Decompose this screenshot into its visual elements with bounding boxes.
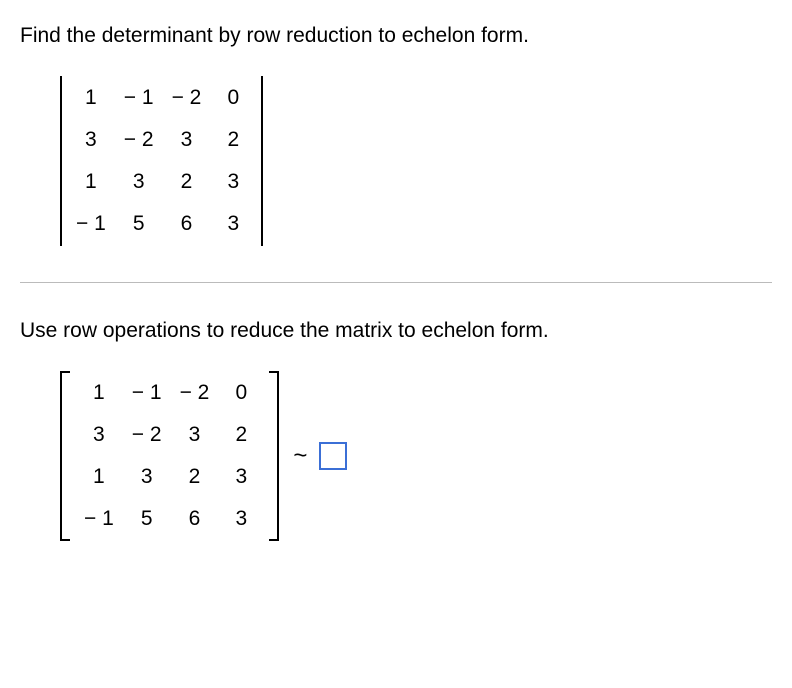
- m1-cell: − 1: [76, 212, 106, 236]
- m1-cell: 3: [124, 170, 154, 194]
- instruction-text: Use row operations to reduce the matrix …: [20, 319, 772, 343]
- m2-cell: 3: [84, 423, 114, 447]
- m1-cell: 3: [172, 128, 202, 152]
- m1-cell: 3: [76, 128, 106, 152]
- m1-cell: − 2: [124, 128, 154, 152]
- m1-cell: 0: [219, 86, 247, 110]
- tilde-symbol: ~: [293, 442, 307, 470]
- m2-cell: − 2: [180, 381, 210, 405]
- m1-cell: 1: [76, 86, 106, 110]
- m1-cell: 3: [219, 170, 247, 194]
- m2-cell: 0: [227, 381, 255, 405]
- m2-cell: − 1: [132, 381, 162, 405]
- m2-cell: 6: [180, 507, 210, 531]
- m1-cell: 2: [219, 128, 247, 152]
- m1-cell: 1: [76, 170, 106, 194]
- bracket-matrix: 1 − 1 − 2 0 3 − 2 3 2 1 3 2 3 − 1 5 6 3: [60, 371, 279, 541]
- m2-cell: − 2: [132, 423, 162, 447]
- m2-cell: 3: [180, 423, 210, 447]
- m2-cell: 3: [132, 465, 162, 489]
- m2-cell: 2: [180, 465, 210, 489]
- m1-cell: 3: [219, 212, 247, 236]
- m1-cell: − 1: [124, 86, 154, 110]
- m2-cell: 5: [132, 507, 162, 531]
- m2-cell: 3: [227, 507, 255, 531]
- divider: [20, 282, 772, 283]
- det-bar-right: [261, 76, 263, 246]
- m2-cell: − 1: [84, 507, 114, 531]
- m1-cell: 2: [172, 170, 202, 194]
- m2-cell: 2: [227, 423, 255, 447]
- problem-statement: Find the determinant by row reduction to…: [20, 24, 772, 48]
- m1-cell: 6: [172, 212, 202, 236]
- m1-cell: − 2: [172, 86, 202, 110]
- m2-cell: 3: [227, 465, 255, 489]
- echelon-row: 1 − 1 − 2 0 3 − 2 3 2 1 3 2 3 − 1 5 6 3 …: [60, 371, 772, 541]
- determinant-matrix: 1 − 1 − 2 0 3 − 2 3 2 1 3 2 3 − 1 5 6 3: [60, 76, 772, 246]
- bracket-left: [60, 371, 70, 541]
- m1-cell: 5: [124, 212, 154, 236]
- m2-cell: 1: [84, 381, 114, 405]
- matrix-grid-1: 1 − 1 − 2 0 3 − 2 3 2 1 3 2 3 − 1 5 6 3: [62, 76, 261, 246]
- matrix-grid-2: 1 − 1 − 2 0 3 − 2 3 2 1 3 2 3 − 1 5 6 3: [70, 371, 269, 541]
- m2-cell: 1: [84, 465, 114, 489]
- bracket-right: [269, 371, 279, 541]
- answer-input[interactable]: [319, 442, 347, 470]
